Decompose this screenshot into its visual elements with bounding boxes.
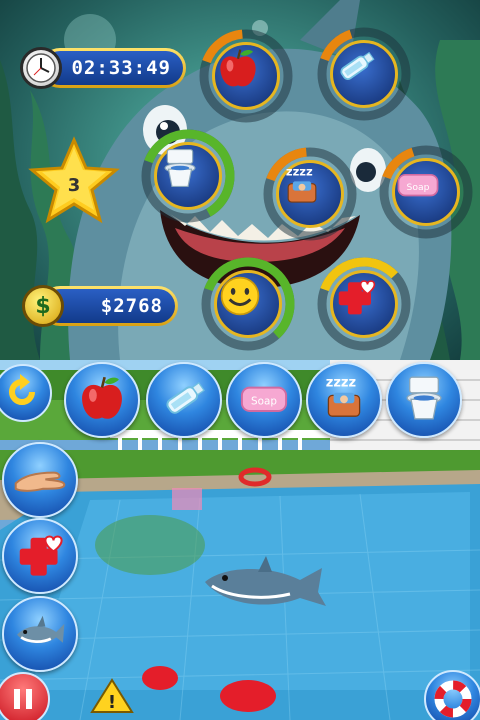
toolbar-sleep-button[interactable]: zzzz [306,362,382,438]
lifebuoy-button[interactable] [424,670,480,720]
clock-icon [20,47,62,89]
pet-hand-icon [13,451,67,509]
top-screen-status-panel: 02:33:49 3 $2768 $ zzzz Soap [0,0,480,360]
need-icon-disc: zzzz [276,160,344,228]
need-icon-disc [330,40,398,108]
need-gauge-clean: Soap [378,144,474,240]
water-bottle-icon [158,372,210,428]
svg-text:zzzz: zzzz [286,165,313,179]
health-icon [13,527,67,585]
svg-text:zzzz: zzzz [326,375,356,390]
soap-icon: Soap [238,372,290,428]
side-health-button[interactable] [2,518,78,594]
toolbar-toilet-button[interactable] [386,362,462,438]
money-value: $2768 [100,295,163,317]
need-icon-disc [154,142,222,210]
need-icon-disc: Soap [392,158,460,226]
timer-value: 02:33:49 [71,57,171,79]
bottom-screen-pool-view: ! Soap zzzz [0,360,480,720]
svg-text:Soap: Soap [407,182,430,193]
svg-text:!: ! [108,692,116,713]
rotate-arrow-icon [9,374,35,405]
toolbar-apple-button[interactable] [64,362,140,438]
need-gauge-water [316,26,412,122]
toolbar-soap-button[interactable]: Soap [226,362,302,438]
need-gauge-food [198,28,294,124]
svg-text:Soap: Soap [251,396,277,408]
level-value: 3 [67,174,81,196]
side-shark-button[interactable] [2,596,78,672]
lifebuoy-icon [434,680,472,718]
need-gauge-health [316,256,412,352]
apple-icon [76,372,128,428]
need-icon-disc [212,42,280,110]
side-pet-hand-button[interactable] [2,442,78,518]
need-gauge-sleep: zzzz [262,146,358,242]
need-icon-disc [214,270,282,338]
need-icon-disc [330,270,398,338]
pause-icon [14,689,32,709]
need-gauge-toilet [140,128,236,224]
sleep-icon: zzzz [318,372,370,428]
need-gauge-happiness [200,256,296,352]
level-star: 3 [28,136,120,224]
shark-icon [13,605,67,663]
toilet-icon [398,372,450,428]
money-bag-icon: $ [22,285,64,327]
toolbar-water-bottle-button[interactable] [146,362,222,438]
